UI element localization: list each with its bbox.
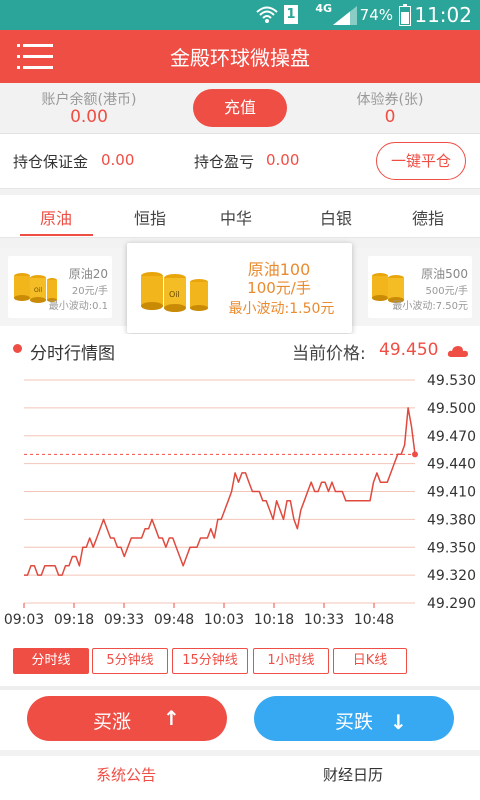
chart-header: 分时行情图 当前价格: 49.450 xyxy=(0,334,480,368)
period-15min[interactable]: 15分钟线 xyxy=(172,648,248,674)
position-summary: 持仓保证金 0.00 持仓盈亏 0.00 一键平仓 xyxy=(0,134,480,189)
svg-text:Oil: Oil xyxy=(169,290,180,299)
network-type: 4G xyxy=(315,2,332,15)
voucher-label: 体验券(张) xyxy=(356,92,424,108)
tab-silver[interactable]: 白银 xyxy=(288,205,384,229)
period-daily-k[interactable]: 日K线 xyxy=(333,648,407,674)
product-name: 原油20 xyxy=(68,267,108,281)
voucher-value: 0 xyxy=(384,107,396,127)
y-tick-label: 49.440 xyxy=(427,457,476,473)
period-selector: 分时线 5分钟线 15分钟线 1小时线 日K线 xyxy=(0,646,480,676)
product-tick: 最小波动:1.50元 xyxy=(228,301,335,317)
trade-actions: 买涨 ↑ 买跌 ↓ xyxy=(0,690,480,750)
arrow-down-icon: ↓ xyxy=(390,710,407,734)
buy-down-button[interactable]: 买跌 ↓ xyxy=(254,696,454,741)
buy-up-button[interactable]: 买涨 ↑ xyxy=(27,696,227,741)
account-summary: 账户余额(港币) 0.00 充值 体验券(张) 0 xyxy=(0,83,480,134)
tab-finance-calendar[interactable]: 财经日历 xyxy=(233,764,473,785)
y-tick-label: 49.470 xyxy=(427,429,476,445)
clock: 11:02 xyxy=(414,3,472,27)
x-tick-label: 10:18 xyxy=(254,612,294,628)
tab-dax[interactable]: 德指 xyxy=(380,205,476,229)
x-tick-label: 09:18 xyxy=(54,612,94,628)
current-price-label: 当前价格: xyxy=(292,344,366,364)
current-price-value: 49.450 xyxy=(379,340,439,360)
product-price: 100元/手 xyxy=(247,279,311,297)
buy-down-label: 买跌 xyxy=(334,711,373,733)
product-price: 20元/手 xyxy=(71,286,108,297)
sim-icon: 1 xyxy=(284,5,298,24)
arrow-up-icon: ↑ xyxy=(163,706,180,730)
x-tick-label: 10:33 xyxy=(304,612,344,628)
period-timeshare[interactable]: 分时线 xyxy=(13,648,89,674)
commodity-tabs: 原油 恒指 中华 白银 德指 xyxy=(0,195,480,238)
active-tab-indicator xyxy=(20,234,93,236)
signal-icon xyxy=(333,6,357,25)
period-5min[interactable]: 5分钟线 xyxy=(92,648,168,674)
pnl-value: 0.00 xyxy=(266,151,300,169)
tab-system-notice[interactable]: 系统公告 xyxy=(6,764,246,785)
svg-text:Oil: Oil xyxy=(34,287,42,294)
battery-icon xyxy=(399,4,411,26)
x-tick-label: 10:03 xyxy=(204,612,244,628)
app-header: 金殿环球微操盘 xyxy=(0,30,480,83)
bullet-icon xyxy=(13,344,22,353)
battery-percent: 74% xyxy=(359,6,393,24)
y-tick-label: 49.350 xyxy=(427,540,476,556)
x-tick-label: 09:03 xyxy=(4,612,44,628)
x-tick-label: 10:48 xyxy=(354,612,394,628)
pnl-label: 持仓盈亏 xyxy=(194,153,255,171)
product-tick: 最小波动:7.50元 xyxy=(392,301,468,312)
product-card-left[interactable]: Oil 原油20 20元/手 最小波动:0.1 xyxy=(8,256,112,318)
wifi-icon xyxy=(256,6,278,23)
balance-label: 账户余额(港币) xyxy=(41,92,137,108)
close-all-button[interactable]: 一键平仓 xyxy=(376,142,466,180)
y-tick-label: 49.410 xyxy=(427,485,476,501)
intraday-chart: 49.530 49.500 49.470 49.440 49.410 49.380 49.3… xyxy=(4,373,476,628)
y-tick-label: 49.530 xyxy=(427,373,476,389)
bottom-tabs: 系统公告 财经日历 xyxy=(0,756,480,800)
product-name: 原油500 xyxy=(421,267,468,281)
y-tick-label: 49.290 xyxy=(427,596,476,612)
buy-up-label: 买涨 xyxy=(92,711,131,733)
tab-crude-oil[interactable]: 原油 xyxy=(8,205,104,229)
cloud-icon[interactable] xyxy=(447,344,469,358)
page-title: 金殿环球微操盘 xyxy=(170,46,310,70)
margin-label: 持仓保证金 xyxy=(13,153,89,171)
y-tick-label: 49.380 xyxy=(427,512,476,528)
y-tick-label: 49.500 xyxy=(427,401,476,417)
tab-hang-seng[interactable]: 恒指 xyxy=(102,205,198,229)
oil-barrel-icon: Oil xyxy=(141,272,208,312)
product-tick: 最小波动:0.1 xyxy=(48,301,108,312)
margin-value: 0.00 xyxy=(101,151,135,169)
last-price-point xyxy=(412,451,418,458)
product-card-selected[interactable]: Oil 原油100 100元/手 最小波动:1.50元 xyxy=(127,243,352,333)
status-bar: 1 4G 74% 11:02 xyxy=(0,0,480,30)
y-tick-label: 49.320 xyxy=(427,568,476,584)
balance-value: 0.00 xyxy=(70,107,108,127)
product-price: 500元/手 xyxy=(425,286,468,297)
tab-china[interactable]: 中华 xyxy=(188,205,284,229)
chart-title: 分时行情图 xyxy=(30,344,115,364)
product-card-right[interactable]: 原油500 500元/手 最小波动:7.50元 xyxy=(368,256,472,318)
period-1hour[interactable]: 1小时线 xyxy=(253,648,329,674)
x-tick-label: 09:48 xyxy=(154,612,194,628)
recharge-button[interactable]: 充值 xyxy=(193,89,287,127)
x-tick-label: 09:33 xyxy=(104,612,144,628)
